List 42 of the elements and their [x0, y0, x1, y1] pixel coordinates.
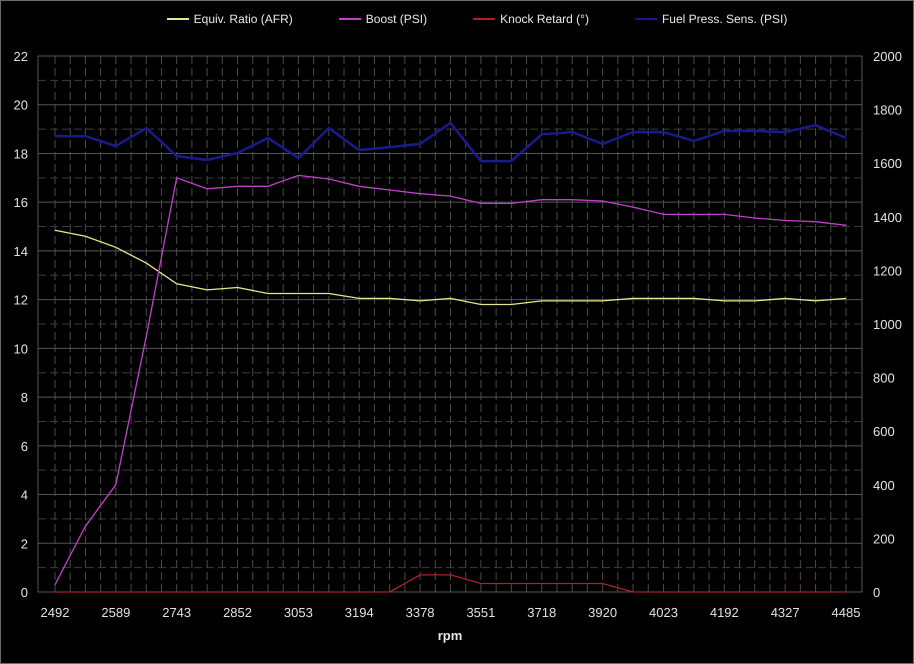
y-tick-label: 18 [14, 146, 28, 162]
y-tick-label: 4 [20, 488, 28, 503]
x-tick-label: 4327 [770, 605, 800, 620]
y-tick-label: 2 [20, 536, 28, 552]
y-tick-label: 14 [14, 244, 28, 259]
y-tick-label: 800 [873, 370, 895, 386]
x-tick-label: 4023 [649, 605, 678, 620]
x-tick-label: 4485 [832, 605, 860, 620]
y-tick-label: 0 [873, 585, 880, 600]
y-tick-label: 20 [14, 98, 28, 113]
legend-label: Boost (PSI) [366, 12, 428, 26]
y-tick-label: 600 [873, 424, 895, 440]
x-tick-label: 2589 [101, 605, 130, 620]
y-tick-label: 200 [873, 531, 895, 546]
legend-label: Knock Retard (°) [500, 12, 589, 26]
x-tick-label: 2492 [40, 605, 70, 620]
y-tick-label: 1200 [873, 263, 902, 278]
x-tick-label: 4192 [710, 605, 739, 620]
x-tick-label: 3718 [527, 605, 556, 620]
x-tick-label: 3920 [588, 605, 618, 620]
x-tick-label: 3194 [344, 605, 374, 620]
legend-label: Equiv. Ratio (AFR) [194, 12, 293, 26]
y-tick-label: 1800 [873, 102, 902, 118]
y-tick-label: 2000 [873, 49, 902, 64]
legend-label: Fuel Press. Sens. (PSI) [662, 12, 788, 26]
y-tick-label: 1000 [873, 317, 902, 332]
y-tick-label: 1600 [873, 156, 902, 172]
y-tick-label: 6 [20, 438, 28, 454]
y-tick-label: 12 [14, 292, 28, 308]
x-tick-label: 2852 [223, 605, 252, 620]
x-axis-title: rpm [438, 628, 462, 643]
y-tick-label: 1400 [873, 210, 902, 225]
x-tick-label: 3378 [406, 605, 435, 620]
y-tick-label: 10 [14, 341, 28, 356]
y-tick-label: 16 [14, 195, 28, 210]
y-tick-label: 8 [20, 390, 28, 406]
y-tick-label: 0 [20, 585, 28, 600]
x-tick-label: 3551 [466, 605, 496, 620]
y-tick-label: 400 [873, 478, 895, 493]
x-tick-label: 3053 [284, 605, 313, 620]
y-tick-label: 22 [14, 49, 28, 64]
x-tick-label: 2743 [162, 605, 192, 620]
